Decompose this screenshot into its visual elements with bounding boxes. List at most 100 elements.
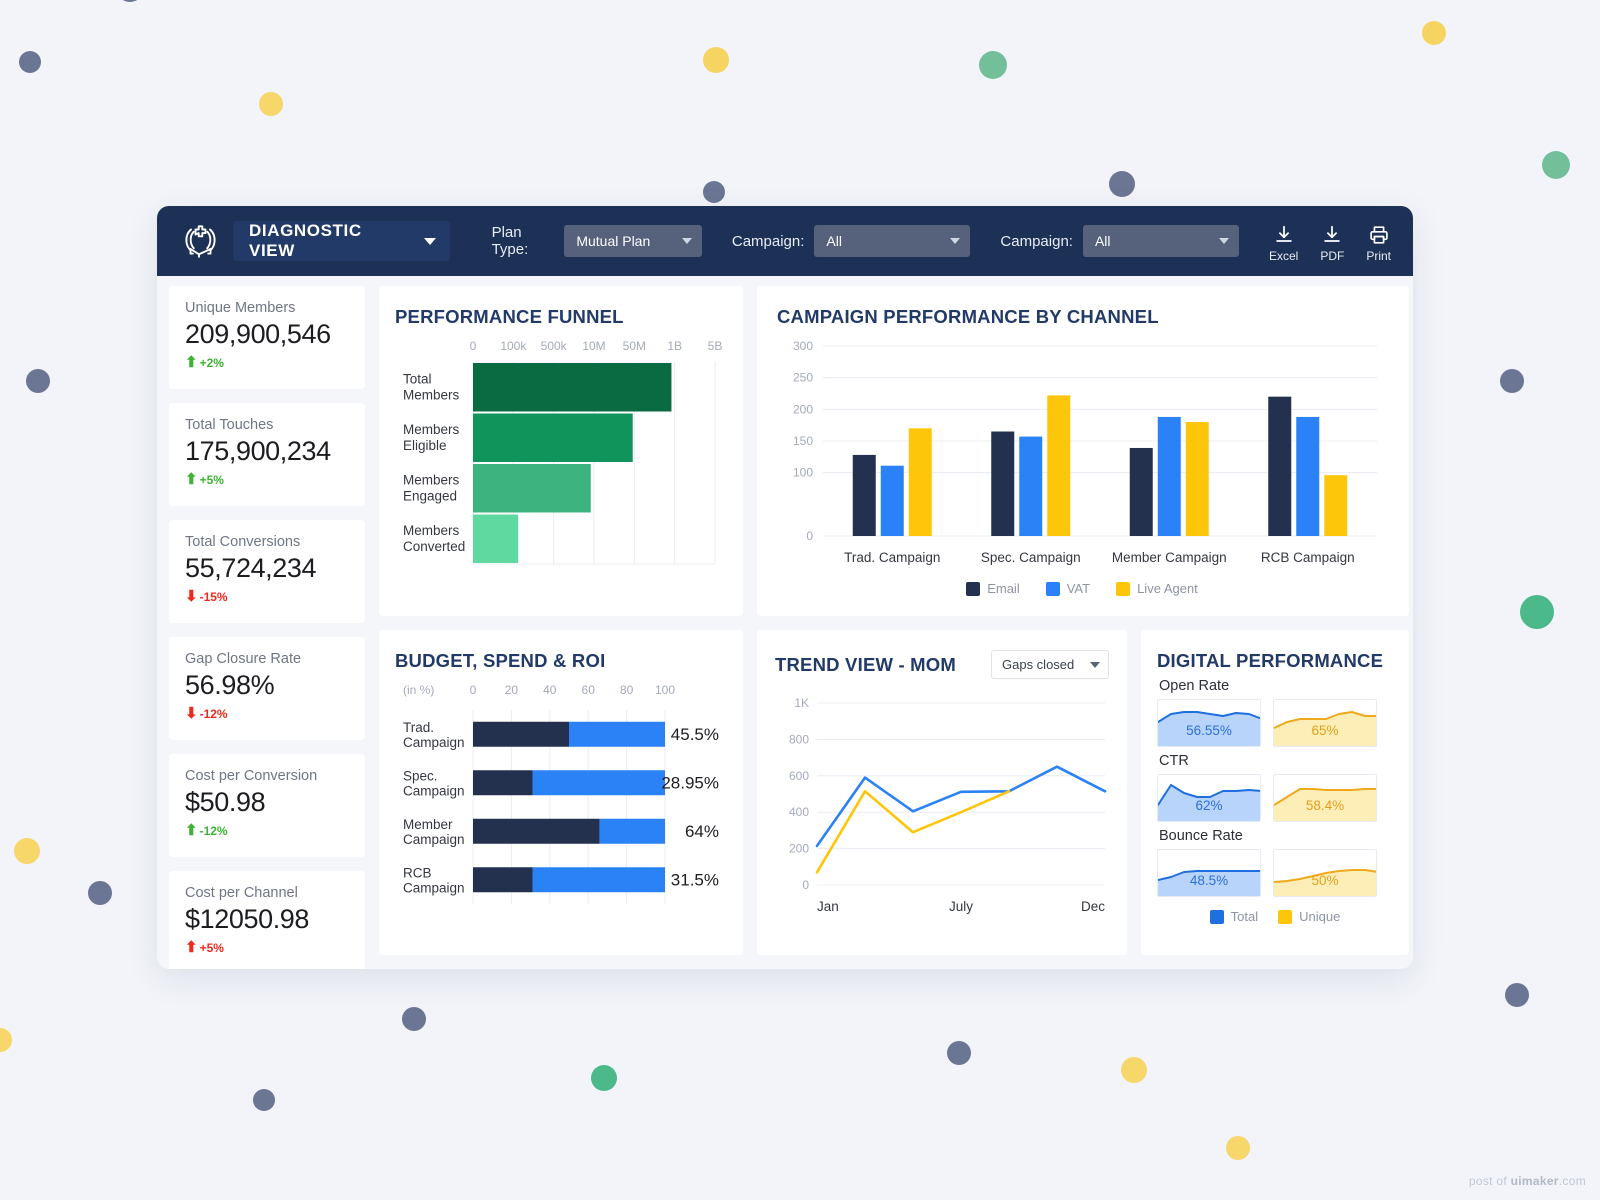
decorative-dot <box>947 1041 971 1065</box>
campaign-performance-chart: 0 100 150 200 250 300 Trad. Campaign Spec. Camp… <box>777 328 1387 573</box>
svg-text:Trad. Campaign: Trad. Campaign <box>844 550 940 565</box>
digital-metric-label: CTR <box>1159 753 1189 769</box>
filter-campaign-1-label: Campaign: <box>731 232 805 250</box>
chevron-down-icon <box>681 238 692 244</box>
kpi-label: Cost per Conversion <box>185 768 318 784</box>
kpi-delta-value: -12% <box>199 706 228 721</box>
svg-text:Engaged: Engaged <box>403 488 457 503</box>
decorative-dot <box>1542 151 1570 179</box>
header-filters: Plan Type: Mutual Plan Campaign: All Cam… <box>492 224 1269 258</box>
decorative-dot <box>1422 21 1446 45</box>
svg-text:50M: 50M <box>623 339 646 353</box>
sparkline-value: 50% <box>1311 873 1339 888</box>
campaign-1-dropdown[interactable]: All <box>814 225 971 257</box>
kpi-column: Unique Members 209,900,546 ⬆ +2% Total Touch… <box>169 286 365 969</box>
print-label: Print <box>1366 248 1391 263</box>
legend-item[interactable]: VAT <box>1045 581 1091 596</box>
watermark-brand: uimaker <box>1510 1174 1559 1188</box>
svg-text:Campaign: Campaign <box>403 880 465 895</box>
chevron-down-icon <box>950 238 961 244</box>
svg-text:(in %): (in %) <box>403 683 434 697</box>
legend-item[interactable]: Unique <box>1278 909 1340 924</box>
svg-text:Member: Member <box>403 817 453 832</box>
kpi-delta-value: +5% <box>199 472 224 487</box>
trend-view-title: TREND VIEW - MOM <box>775 653 956 675</box>
svg-text:Spec. Campaign: Spec. Campaign <box>981 550 1081 565</box>
watermark: post of uimaker.com <box>1469 1174 1586 1188</box>
export-excel-button[interactable]: Excel <box>1269 224 1298 263</box>
trend-view-header: TREND VIEW - MOM Gaps closed <box>775 650 1109 679</box>
legend-item[interactable]: Email <box>966 581 1020 596</box>
legend-item[interactable]: Total <box>1209 909 1258 924</box>
kpi-card: Cost per Channel $12050.98 ⬆ +5% <box>169 871 365 969</box>
svg-text:20: 20 <box>505 683 519 697</box>
kpi-card: Total Conversions 55,724,234 ⬇ -15% <box>169 520 365 623</box>
campaign-2-dropdown[interactable]: All <box>1082 225 1239 257</box>
legend-label: Email <box>987 581 1020 596</box>
kpi-delta-value: +2% <box>199 355 224 370</box>
budget-spend-roi-title: BUDGET, SPEND & ROI <box>395 650 606 671</box>
download-icon <box>1324 225 1341 242</box>
digital-performance-title: DIGITAL PERFORMANCE <box>1157 650 1384 671</box>
arrow-up-icon: ⬆ <box>185 354 198 372</box>
dashboard-header: DIAGNOSTIC VIEW Plan Type: Mutual Plan C… <box>157 206 1413 276</box>
watermark-suffix: .com <box>1558 1174 1586 1188</box>
kpi-label: Unique Members <box>185 300 296 316</box>
export-pdf-button[interactable]: PDF <box>1320 224 1344 263</box>
sparkline-unique: 50% <box>1273 849 1377 897</box>
dashboard-body: Unique Members 209,900,546 ⬆ +2% Total Touch… <box>157 276 1413 969</box>
svg-text:600: 600 <box>789 769 809 783</box>
printer-icon <box>1369 225 1388 244</box>
decorative-dot <box>1226 1136 1250 1160</box>
filter-campaign-2-label: Campaign: <box>1000 232 1073 250</box>
kpi-label: Total Conversions <box>185 534 301 550</box>
chevron-down-icon <box>423 237 436 245</box>
dashboard-window: DIAGNOSTIC VIEW Plan Type: Mutual Plan C… <box>157 206 1413 969</box>
digital-metric-group: Open Rate 56.55% 65% <box>1157 678 1393 747</box>
svg-text:1K: 1K <box>794 696 809 710</box>
filter-campaign-2: Campaign: All <box>1000 225 1239 257</box>
svg-text:40: 40 <box>543 683 557 697</box>
view-selector[interactable]: DIAGNOSTIC VIEW <box>233 221 450 261</box>
digital-metric-row: 48.5% 50% <box>1157 849 1393 897</box>
trend-metric-select[interactable]: Gaps closed <box>991 650 1109 679</box>
svg-text:Members: Members <box>403 387 460 402</box>
svg-text:0: 0 <box>470 683 477 697</box>
svg-text:RCB: RCB <box>403 865 432 880</box>
legend-item[interactable]: Live Agent <box>1116 581 1198 596</box>
svg-text:Member Campaign: Member Campaign <box>1112 550 1227 565</box>
svg-text:100k: 100k <box>500 339 527 353</box>
kpi-card: Unique Members 209,900,546 ⬆ +2% <box>169 286 365 389</box>
svg-text:300: 300 <box>793 339 813 353</box>
export-pdf-label: PDF <box>1320 248 1345 263</box>
svg-text:150: 150 <box>793 434 813 448</box>
print-button[interactable]: Print <box>1366 224 1391 263</box>
svg-text:200: 200 <box>789 842 809 856</box>
decorative-dot <box>1505 983 1529 1007</box>
legend-label: VAT <box>1066 581 1091 596</box>
filter-campaign-1: Campaign: All <box>732 225 971 257</box>
svg-text:Jan: Jan <box>817 899 839 914</box>
decorative-dot <box>26 369 50 393</box>
svg-text:80: 80 <box>620 683 634 697</box>
kpi-label: Cost per Channel <box>185 885 298 901</box>
decorative-dot <box>14 838 40 864</box>
export-excel-label: Excel <box>1268 248 1299 263</box>
plan-type-dropdown[interactable]: Mutual Plan <box>564 225 702 257</box>
legend-swatch <box>1116 581 1131 596</box>
sparkline-unique: 58.4% <box>1273 774 1377 822</box>
decorative-dot <box>703 181 725 203</box>
legend-swatch <box>1278 909 1293 924</box>
campaign-performance-panel: CAMPAIGN PERFORMANCE BY CHANNEL 0 100 150 2… <box>757 286 1409 616</box>
svg-text:0: 0 <box>806 529 813 543</box>
kpi-value: $50.98 <box>185 787 266 817</box>
svg-text:Campaign: Campaign <box>403 783 465 798</box>
sparkline-value: 56.55% <box>1186 723 1232 738</box>
page-root: post of uimaker.com DIAGNOSTIC VIEW Plan… <box>0 0 1600 1200</box>
svg-text:250: 250 <box>793 371 813 385</box>
arrow-up-icon: ⬆ <box>185 471 198 489</box>
digital-performance-legend: Total Unique <box>1157 909 1393 924</box>
chevron-down-icon <box>1090 661 1100 668</box>
sparkline-total: 48.5% <box>1157 849 1261 897</box>
legend-label: Live Agent <box>1137 581 1198 596</box>
